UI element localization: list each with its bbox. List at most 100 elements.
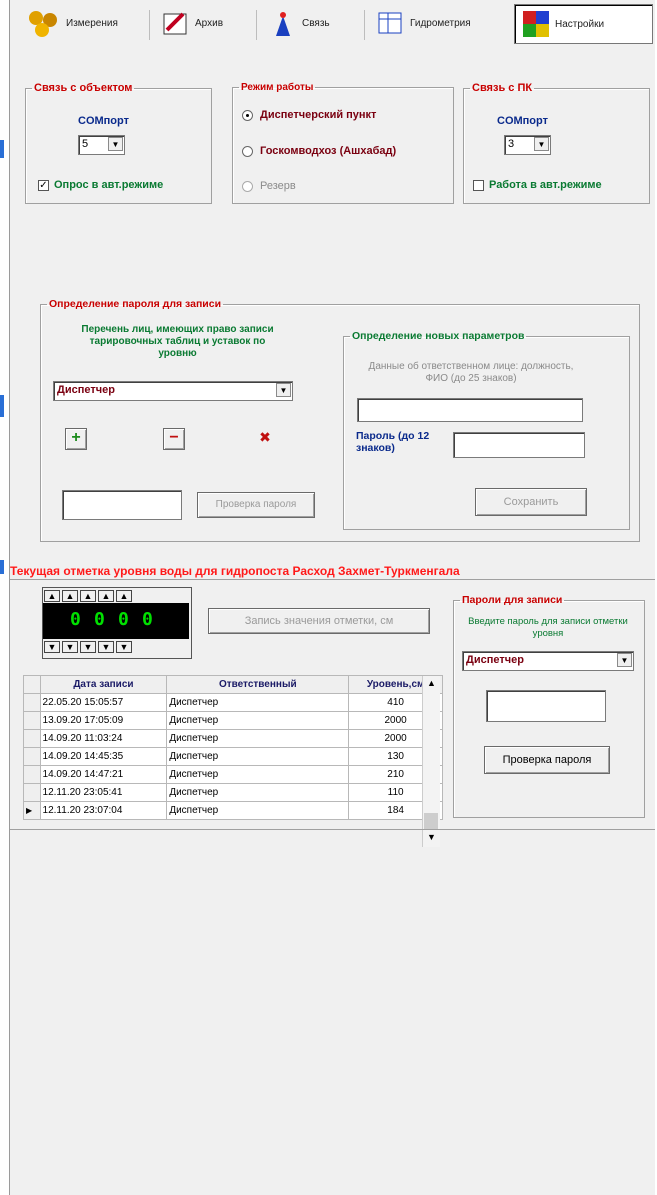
divider [10, 579, 655, 580]
responsible-cell: Диспетчер [166, 801, 350, 820]
table-row[interactable]: 14.09.20 14:47:21 Диспетчер 210 [23, 765, 443, 784]
mode-radio-dispatch[interactable] [242, 110, 253, 121]
table-scrollbar[interactable]: ▲ ▼ [422, 676, 440, 847]
new-password-input[interactable] [453, 432, 585, 458]
date-cell: 12.11.20 23:05:41 [39, 783, 168, 802]
table-row[interactable]: 22.05.20 15:05:57 Диспетчер 410 [23, 693, 443, 712]
remove-person-button[interactable]: − [163, 428, 185, 450]
divider [10, 829, 655, 830]
mode-option-label: Госкомводхоз (Ашхабад) [260, 145, 397, 157]
com-port-value: 5 [82, 138, 89, 150]
person-value: Диспетчер [57, 384, 115, 396]
settings-panel: Измерения Архив Связь Гидрометрия Настро… [10, 0, 655, 1195]
group-title: Пароли для записи [462, 594, 563, 606]
save-button[interactable]: Сохранить [475, 488, 587, 516]
persons-list-caption: Перечень лиц, имеющих право записи тарир… [81, 324, 274, 359]
pc-auto-checkbox[interactable] [473, 180, 484, 191]
tab-connection[interactable]: Связь [262, 4, 374, 42]
pc-auto-label: Работа в авт.режиме [489, 179, 602, 191]
digit-up-button[interactable]: ▲ [98, 590, 114, 602]
com-port-select[interactable]: 5 ▼ [78, 135, 125, 155]
digit: 0 [118, 609, 129, 630]
archive-icon [163, 12, 187, 35]
digit-down-button[interactable]: ▼ [80, 641, 96, 653]
tab-label: Гидрометрия [410, 17, 471, 29]
date-cell: 13.09.20 17:05:09 [39, 711, 168, 730]
digit-display [43, 603, 189, 639]
person-value: Диспетчер [466, 654, 524, 666]
date-cell: 14.09.20 14:47:21 [39, 765, 168, 784]
chevron-down-icon[interactable]: ▼ [617, 653, 632, 667]
com-port-label: COMпорт [497, 115, 548, 127]
tab-separator [149, 10, 150, 40]
date-cell: 22.05.20 15:05:57 [39, 693, 168, 712]
table-row[interactable]: ▶ 12.11.20 23:07:04 Диспетчер 184 [23, 801, 443, 820]
add-person-button[interactable]: + [65, 428, 87, 450]
digit-down-button[interactable]: ▼ [62, 641, 78, 653]
scroll-down-icon[interactable]: ▼ [427, 832, 436, 842]
antenna-icon [276, 12, 290, 36]
mode-radio-reserve[interactable] [242, 181, 253, 192]
group-title: Связь с объектом [34, 82, 133, 94]
tab-label: Связь [302, 17, 330, 29]
write-password-input[interactable] [486, 690, 606, 722]
digit-up-button[interactable]: ▲ [44, 590, 60, 602]
row-indicator: ▶ [23, 801, 41, 820]
write-check-password-button[interactable]: Проверка пароля [484, 746, 610, 774]
check-password-button[interactable]: Проверка пароля [197, 492, 315, 518]
tab-label: Измерения [66, 17, 118, 29]
table-row[interactable]: 14.09.20 11:03:24 Диспетчер 2000 [23, 729, 443, 748]
delete-icon[interactable]: ✖ [254, 427, 276, 449]
row-indicator [23, 711, 41, 730]
scroll-thumb[interactable] [424, 813, 438, 829]
responsible-cell: Диспетчер [166, 765, 350, 784]
digit: 0 [94, 609, 105, 630]
digit-down-button[interactable]: ▼ [44, 641, 60, 653]
chevron-down-icon[interactable]: ▼ [534, 137, 549, 151]
tab-archive[interactable]: Архив [155, 4, 267, 42]
tab-measurements[interactable]: Измерения [20, 4, 162, 42]
table-row[interactable]: 12.11.20 23:05:41 Диспетчер 110 [23, 783, 443, 802]
person-select[interactable]: Диспетчер ▼ [53, 381, 293, 401]
column-header: Ответственный [166, 675, 350, 694]
mode-radio-goskom[interactable] [242, 146, 253, 157]
person-data-input[interactable] [357, 398, 583, 422]
digit-up-button[interactable]: ▲ [62, 590, 78, 602]
chevron-down-icon[interactable]: ▼ [108, 137, 123, 151]
digit-up-button[interactable]: ▲ [116, 590, 132, 602]
person-data-caption: Данные об ответственном лице: должность,… [368, 361, 574, 384]
digit-up-button[interactable]: ▲ [80, 590, 96, 602]
write-person-select[interactable]: Диспетчер ▼ [462, 651, 634, 671]
settings-icon [523, 11, 549, 37]
table-row[interactable]: 13.09.20 17:05:09 Диспетчер 2000 [23, 711, 443, 730]
measure-icon [29, 11, 57, 37]
responsible-cell: Диспетчер [166, 783, 350, 802]
edge-mark [0, 560, 4, 574]
levels-table: Дата записи Ответственный Уровень,см 22.… [23, 675, 443, 820]
group-title: Определение новых параметров [352, 330, 525, 342]
responsible-cell: Диспетчер [166, 747, 350, 766]
check-password-input[interactable] [62, 490, 182, 520]
chevron-down-icon[interactable]: ▼ [276, 383, 291, 397]
auto-poll-checkbox[interactable]: ✓ [38, 180, 49, 191]
group-title: Режим работы [241, 82, 314, 93]
responsible-cell: Диспетчер [166, 711, 350, 730]
password-caption: Пароль (до 12 знаков) [356, 430, 430, 454]
scroll-up-icon[interactable]: ▲ [427, 678, 436, 688]
date-cell: 14.09.20 11:03:24 [39, 729, 168, 748]
tab-settings[interactable]: Настройки [514, 4, 653, 44]
responsible-cell: Диспетчер [166, 693, 350, 712]
write-level-button[interactable]: Запись значения отметки, см [208, 608, 430, 634]
column-header: Дата записи [39, 675, 168, 694]
group-title: Связь с ПК [472, 82, 533, 94]
tab-label: Архив [195, 17, 224, 29]
digit-down-button[interactable]: ▼ [116, 641, 132, 653]
edge-mark [0, 140, 4, 158]
row-indicator-header [23, 675, 41, 694]
responsible-cell: Диспетчер [166, 729, 350, 748]
pc-com-port-select[interactable]: 3 ▼ [504, 135, 551, 155]
digit-down-button[interactable]: ▼ [98, 641, 114, 653]
row-indicator [23, 765, 41, 784]
tab-hydrometry[interactable]: Гидрометрия [370, 4, 522, 42]
table-row[interactable]: 14.09.20 14:45:35 Диспетчер 130 [23, 747, 443, 766]
